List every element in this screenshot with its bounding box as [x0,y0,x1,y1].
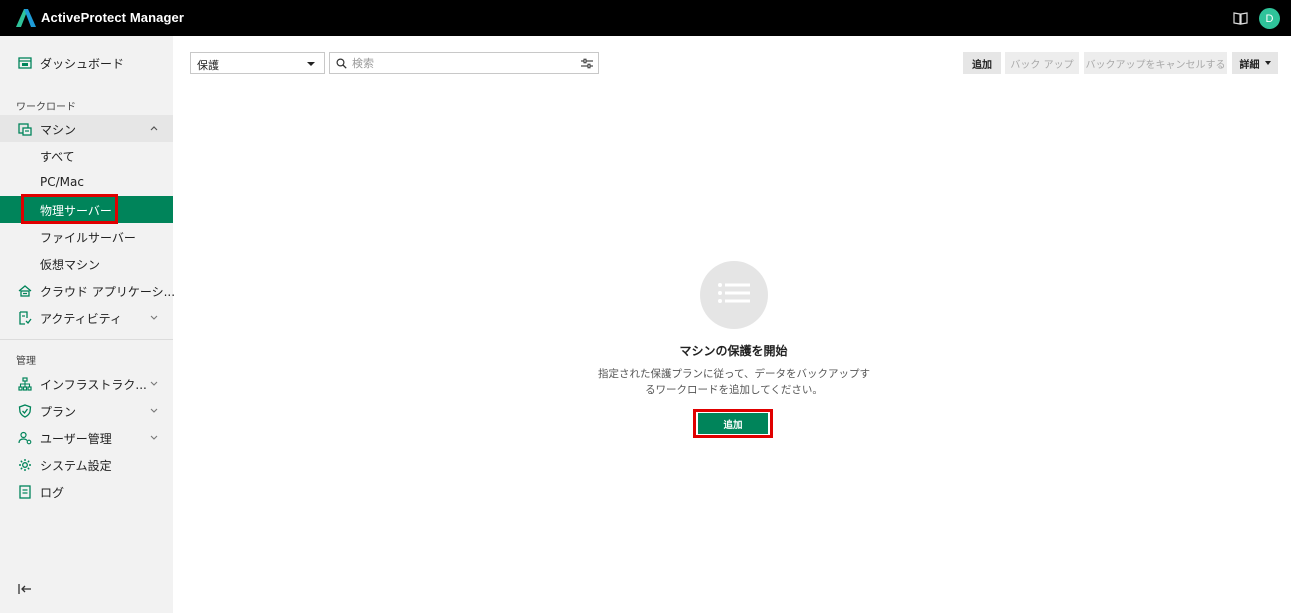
chevron-up-icon [150,126,158,131]
add-button[interactable]: 追加 [963,52,1001,74]
sidebar-item-label: ダッシュボード [40,57,125,71]
app-title: ActiveProtect Manager [41,10,184,25]
sidebar-item-label: クラウド アプリケーシ... [40,285,176,299]
empty-state-title: マシンの保護を開始 [679,344,788,358]
search-icon [336,58,347,69]
chevron-down-icon [150,381,158,386]
sidebar-sub-item-pc-mac[interactable]: PC/Mac [0,169,173,196]
details-button-label: 詳細 [1239,59,1260,71]
sidebar-item-log[interactable]: ログ [0,478,173,505]
empty-state-description-line-1: 指定された保護プランに従って、データをバックアップす [598,368,870,380]
top-bar: ActiveProtect Manager D [0,0,1291,36]
gear-icon [19,459,31,471]
protection-filter-select[interactable]: 保護 [190,52,325,74]
sidebar-item-label: プラン [40,405,77,419]
sidebar-sub-item-file-server[interactable]: ファイルサーバー [0,223,173,250]
sidebar-item-label: インフラストラク... [40,378,147,392]
caret-down-icon [307,62,315,66]
sidebar-sub-item-virtual-machine[interactable]: 仮想マシン [0,250,173,277]
activity-icon [19,311,32,325]
filter-select-value: 保護 [197,59,219,72]
sidebar-sub-item-label: ファイルサーバー [40,231,136,245]
empty-state-description-line-2: るワークロードを追加してください。 [645,384,823,396]
sidebar-item-plan[interactable]: プラン [0,397,173,424]
infrastructure-icon [18,377,32,391]
avatar[interactable]: D [1259,8,1280,29]
empty-state-description: 指定された保護プランに従って、データをバックアップす るワークロードを追加してく… [598,366,870,398]
chevron-down-icon [150,435,158,440]
sidebar-item-label: ログ [40,486,65,500]
sidebar-item-dashboard[interactable]: ダッシュボード [0,49,173,76]
filter-settings-icon[interactable] [581,58,593,69]
backup-button[interactable]: バック アップ [1005,52,1079,74]
sidebar-item-activity[interactable]: アクティビティ [0,304,173,331]
sidebar-item-label: システム設定 [40,459,112,473]
sidebar-sub-item-label: PC/Mac [40,175,84,189]
sidebar-item-label: アクティビティ [40,312,122,326]
sidebar-item-machine[interactable]: マシン [0,115,173,142]
collapse-sidebar-icon[interactable] [18,583,32,595]
list-icon [718,283,750,303]
caret-down-icon [1264,61,1271,65]
section-label-workload: ワークロード [16,102,76,113]
highlight-box-add-button [693,409,773,438]
empty-state-illustration [700,261,768,329]
sidebar-item-cloud-apps[interactable]: クラウド アプリケーシ... [0,277,176,304]
log-icon [19,485,31,499]
book-icon[interactable] [1233,11,1248,25]
chevron-down-icon [150,315,158,320]
user-manage-icon [18,431,32,445]
search-input[interactable] [352,55,572,71]
cloud-app-icon [18,285,32,297]
sidebar-item-user-management[interactable]: ユーザー管理 [0,424,173,451]
sidebar-item-infrastructure[interactable]: インフラストラク... [0,370,173,397]
sidebar-sub-item-label: すべて [40,150,75,164]
sidebar-item-label: ユーザー管理 [40,432,112,446]
sidebar-sub-item-label: 仮想マシン [40,258,101,272]
dashboard-icon [18,57,32,69]
sidebar-item-label: マシン [40,123,77,137]
sidebar-item-system-settings[interactable]: システム設定 [0,451,173,478]
cancel-backup-button[interactable]: バックアップをキャンセルする [1084,52,1227,74]
sidebar-sub-item-all[interactable]: すべて [0,142,173,169]
machine-icon [18,123,32,136]
chevron-down-icon [150,408,158,413]
details-dropdown-button[interactable]: 詳細 [1232,52,1278,74]
search-box[interactable] [329,52,599,74]
sidebar-divider [0,339,173,340]
highlight-box-physical-server [21,194,118,224]
app-logo-icon [16,9,36,27]
shield-check-icon [18,404,32,418]
